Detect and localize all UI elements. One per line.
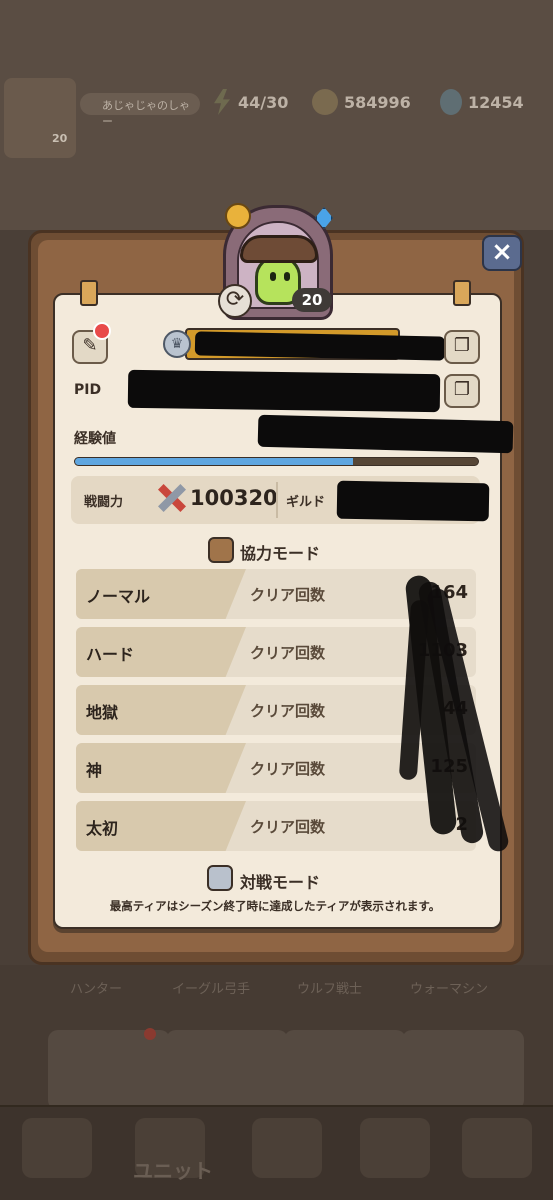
notification-dot [144,1028,156,1040]
redaction [257,414,514,454]
background-unit-card [166,1030,288,1110]
background-tab-1: ハンター [70,982,123,997]
clear-count-label: クリア回数 [250,818,326,836]
xp-label: 経験値 [74,431,116,447]
slime-eye [270,272,276,281]
background-unit-card [402,1030,524,1110]
medal-icon [225,203,251,229]
clear-count-label: クリア回数 [250,702,326,720]
rank-badge-icon: ♛ [163,330,191,358]
copy-pid-button[interactable]: ❐ [444,374,480,408]
nav-battle-icon [252,1118,322,1178]
background-tab-3: ウルフ戦士 [297,982,363,997]
cowboy-hat-icon [240,235,318,263]
gold-value: 584996 [344,92,411,112]
coop-mode-icon [208,537,234,563]
background-level: 20 [52,132,68,145]
power-label: 戦闘力 [84,495,124,510]
paper-clip-left [80,280,98,306]
background-player-name: あじゃじゃのしゃー [80,93,200,128]
mode-row-primordial: 太初 クリア回数 2 [76,801,476,851]
guild-label: ギルド [286,495,326,510]
mode-name: 神 [86,761,103,780]
background-gems: 12454 [440,88,524,116]
coop-mode-title: 協力モード [240,544,321,563]
xp-progress-fill [75,458,354,465]
pvp-mode-icon [207,865,233,891]
mode-name: ハード [86,645,135,664]
background-gold: 584996 [312,88,411,116]
background-stamina: 44/30 [212,88,288,116]
level-badge: 20 [292,288,332,312]
gem-icon [440,89,462,115]
gem-value: 12454 [468,92,524,112]
stamina-value: 44/30 [238,92,289,112]
gold-coin-icon [312,89,338,115]
mode-name: 地獄 [86,703,119,722]
stamina-icon [214,89,230,115]
nav-unit-label: ユニット [133,1159,213,1183]
refresh-icon[interactable]: ⟳ [218,284,252,318]
xp-progress-bar [74,457,479,466]
background-tab-4: ウォーマシン [410,982,489,997]
background-unit-card [284,1030,406,1110]
nav-guild-icon [462,1118,532,1178]
pvp-tier-note: 最高ティアはシーズン終了時に達成したティアが表示されます。 [109,899,441,913]
mode-name: 太初 [86,819,119,838]
copy-name-button[interactable]: ❐ [444,330,480,364]
divider [276,482,278,518]
nav-shop-icon [22,1118,92,1178]
power-value: 100320 [190,486,278,510]
background-tab-2: イーグル弓手 [172,982,251,997]
slime-eye [284,272,290,281]
paper-clip-right [453,280,471,306]
mode-name: ノーマル [86,587,151,606]
background-unit-card [48,1030,170,1110]
redaction [336,480,490,522]
pvp-mode-title: 対戦モード [240,873,321,892]
redaction [127,369,441,413]
clear-count-label: クリア回数 [250,644,326,662]
notification-dot [93,322,111,340]
close-button[interactable]: × [482,235,522,271]
pid-label: PID [74,382,102,398]
clear-count-label: クリア回数 [250,760,326,778]
nav-item-icon [360,1118,430,1178]
clear-count-label: クリア回数 [250,586,326,604]
